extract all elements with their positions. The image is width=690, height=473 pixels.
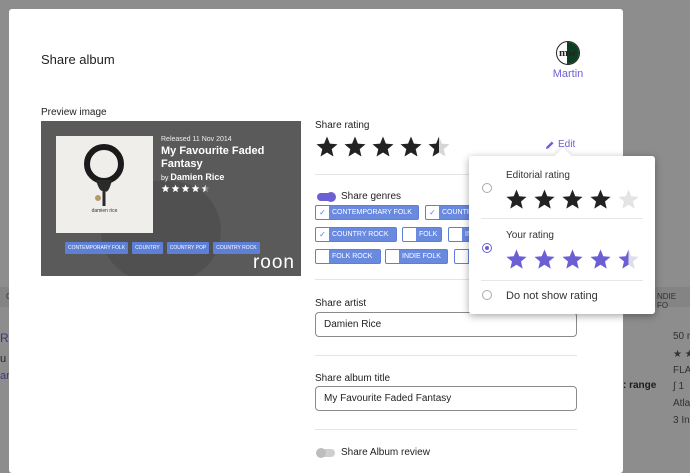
album-cover: damien rice <box>56 136 153 233</box>
star-icon <box>171 184 180 193</box>
share-artist-label: Share artist <box>315 298 367 309</box>
avatar: mw <box>556 41 580 65</box>
star-icon <box>618 189 639 209</box>
preview-album-title: My Favourite Faded Fantasy <box>161 145 265 170</box>
preview-artist: by Damien Rice <box>161 172 225 182</box>
divider <box>315 355 577 356</box>
release-date: Released 11 Nov 2014 <box>161 136 232 143</box>
check-icon[interactable]: ✓ <box>316 228 329 241</box>
share-review-toggle[interactable] <box>316 448 335 458</box>
share-review-label: Share Album review <box>341 447 430 458</box>
star-icon <box>400 136 422 157</box>
star-icon <box>618 249 639 269</box>
star-icon <box>191 184 200 193</box>
cover-artist-text: damien rice <box>91 208 118 214</box>
editorial-rating-stars <box>505 188 640 211</box>
genre-label: FOLK ROCK <box>332 253 373 260</box>
your-rating-radio[interactable] <box>482 243 492 253</box>
checkbox[interactable] <box>316 250 329 263</box>
divider <box>481 218 643 219</box>
genre-label: COUNTRY ROCK <box>332 231 389 238</box>
avatar-initials: mw <box>559 47 577 59</box>
checkbox[interactable] <box>455 250 468 263</box>
your-rating-label: Your rating <box>506 230 554 241</box>
star-icon <box>534 189 555 209</box>
star-icon <box>181 184 190 193</box>
user-name[interactable]: Martin <box>546 68 590 80</box>
preview-genre-tag: COUNTRY <box>132 242 163 254</box>
share-album-title-input[interactable] <box>315 386 577 411</box>
checkbox[interactable] <box>449 228 462 241</box>
share-rating-stars <box>315 135 451 159</box>
share-album-title-label: Share album title <box>315 373 391 384</box>
genre-tag[interactable]: ✓ CONTEMPORARY FOLK <box>315 205 419 220</box>
your-rating-stars <box>505 248 640 271</box>
genre-tag[interactable]: ✓ COUNTRY ROCK <box>315 227 397 242</box>
preview-info: Released 11 Nov 2014 My Favourite Faded … <box>161 136 281 193</box>
star-icon <box>506 249 527 269</box>
album-cover-art <box>84 144 124 206</box>
user-profile[interactable]: mw Martin <box>546 41 590 80</box>
star-icon <box>372 136 394 157</box>
star-icon <box>201 184 210 193</box>
star-icon <box>344 136 366 157</box>
share-rating-label: Share rating <box>315 120 370 131</box>
check-icon[interactable]: ✓ <box>316 206 329 219</box>
check-icon[interactable]: ✓ <box>426 206 439 219</box>
star-icon <box>590 189 611 209</box>
editorial-rating-label: Editorial rating <box>506 170 570 181</box>
share-artist-input[interactable] <box>315 312 577 337</box>
star-icon <box>506 189 527 209</box>
modal-title: Share album <box>41 52 115 67</box>
rating-options-popup: Editorial rating Your rating Do not show… <box>469 147 655 314</box>
edit-rating-button[interactable]: Edit <box>545 139 575 150</box>
preview-label: Preview image <box>41 107 107 118</box>
genre-tag[interactable]: INDIE FOLK <box>385 249 448 264</box>
editorial-rating-radio[interactable] <box>482 183 492 193</box>
preview-genre-tag: CONTEMPORARY FOLK <box>65 242 129 254</box>
pencil-icon <box>546 141 554 149</box>
genre-tag[interactable]: FOLK <box>402 227 442 242</box>
divider <box>315 429 577 430</box>
preview-genre-tags: CONTEMPORARY FOLK COUNTRY COUNTRY POP COUNT… <box>65 242 260 254</box>
divider <box>481 280 643 281</box>
star-icon <box>590 249 611 269</box>
star-icon <box>562 189 583 209</box>
preview-image: damien rice Released 11 Nov 2014 My Favo… <box>41 121 301 276</box>
star-icon <box>534 249 555 269</box>
checkbox[interactable] <box>386 250 399 263</box>
no-rating-radio[interactable] <box>482 290 492 300</box>
star-icon <box>562 249 583 269</box>
checkbox[interactable] <box>403 228 416 241</box>
genre-label: INDIE FOLK <box>402 253 441 260</box>
preview-rating-stars <box>161 184 281 193</box>
preview-genre-tag: COUNTRY POP <box>166 242 210 254</box>
share-genres-toggle[interactable] <box>317 192 336 202</box>
star-icon <box>428 136 450 157</box>
no-rating-label: Do not show rating <box>506 290 598 302</box>
star-icon <box>316 136 338 157</box>
genre-tag[interactable]: FOLK ROCK <box>315 249 381 264</box>
star-icon <box>161 184 170 193</box>
genre-label: CONTEMPORARY FOLK <box>332 209 412 216</box>
genre-label: FOLK <box>419 231 438 238</box>
roon-logo: roon <box>252 252 295 273</box>
share-genres-label: Share genres <box>341 191 402 202</box>
